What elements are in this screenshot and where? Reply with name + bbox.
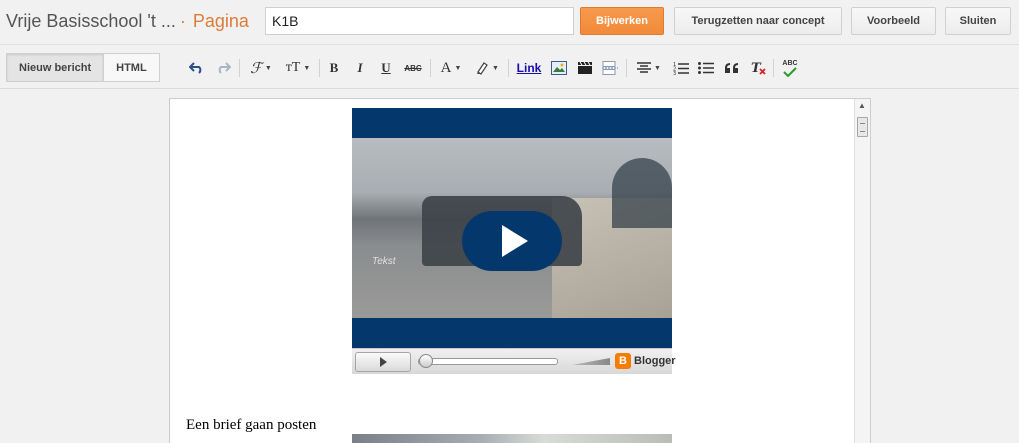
title-separator: · (179, 11, 186, 31)
quote-icon[interactable] (723, 58, 741, 78)
toolbar-divider (319, 59, 320, 77)
align-center-icon (637, 62, 652, 73)
undo-icon[interactable] (188, 58, 206, 78)
volume-icon[interactable] (572, 358, 610, 365)
insert-video-icon[interactable] (576, 58, 594, 78)
font-family-button[interactable]: ℱ ▼ (246, 58, 276, 78)
chevron-down-icon: ▼ (454, 64, 462, 72)
blogger-icon: B (615, 353, 631, 369)
highlighter-icon (477, 62, 488, 75)
seek-handle[interactable] (419, 354, 433, 368)
toolbar-divider (430, 59, 431, 77)
update-button[interactable]: Bijwerken (580, 7, 664, 35)
editor-toolbar: Nieuw bericht HTML ℱ ▼ тT ▼ B I U ABC A ▼ ▼… (0, 46, 1019, 89)
chevron-down-icon: ▼ (303, 64, 311, 72)
numbered-list-icon[interactable]: 123 (672, 58, 690, 78)
play-icon[interactable] (355, 352, 411, 372)
video-controls: B Blogger (352, 348, 676, 374)
spellcheck-button[interactable]: ABC (780, 58, 800, 78)
redo-icon[interactable] (214, 58, 232, 78)
bold-button[interactable]: B (326, 58, 342, 78)
insert-jump-break-icon[interactable] (601, 58, 619, 78)
chevron-down-icon: ▼ (492, 64, 499, 72)
post-paragraph[interactable]: Een brief gaan posten (186, 417, 316, 434)
toolbar-divider (239, 59, 240, 77)
tab-html[interactable]: HTML (104, 53, 160, 82)
blogger-logo: B Blogger (615, 353, 676, 369)
spellcheck-label: ABC (782, 59, 798, 67)
video-caption: Tekst (372, 256, 396, 267)
text-color-button[interactable]: A ▼ (437, 58, 465, 78)
underline-button[interactable]: U (378, 58, 394, 78)
bulleted-list-icon[interactable] (697, 58, 715, 78)
post-title-input[interactable] (265, 7, 574, 35)
font-size-glyph: тT (285, 60, 301, 75)
blog-title[interactable]: Vrije Basisschool 't ... · Pagina (6, 11, 249, 32)
toolbar-divider (508, 59, 509, 77)
text-color-glyph: A (440, 59, 452, 76)
tab-compose[interactable]: Nieuw bericht (6, 53, 105, 82)
font-family-glyph: ℱ (250, 60, 262, 77)
thumbnail-trees (612, 158, 672, 228)
strikethrough-button[interactable]: ABC (402, 58, 424, 78)
chevron-down-icon: ▼ (654, 64, 661, 72)
editor-area[interactable]: Tekst B Blogger Een brief gaan posten ▲ (169, 98, 871, 443)
editor-scrollbar[interactable]: ▲ (854, 99, 870, 443)
align-button[interactable]: ▼ (634, 58, 664, 78)
toolbar-divider (626, 59, 627, 77)
embedded-video[interactable]: Tekst B Blogger (352, 108, 676, 374)
embedded-photo[interactable] (352, 434, 672, 443)
highlight-color-button[interactable]: ▼ (472, 58, 502, 78)
scroll-thumb[interactable] (857, 117, 868, 137)
chevron-down-icon: ▼ (264, 64, 272, 72)
preview-button[interactable]: Voorbeeld (851, 7, 936, 35)
video-thumbnail: Tekst (352, 138, 672, 318)
insert-link-button[interactable]: Link (516, 58, 542, 78)
font-size-button[interactable]: тT ▼ (282, 58, 314, 78)
italic-button[interactable]: I (352, 58, 368, 78)
revert-to-draft-button[interactable]: Terugzetten naar concept (674, 7, 842, 35)
remove-formatting-icon[interactable]: T (750, 58, 768, 78)
seek-bar[interactable] (418, 358, 558, 365)
svg-text:3: 3 (673, 71, 676, 75)
insert-image-icon[interactable] (550, 58, 568, 78)
toolbar-divider (773, 59, 774, 77)
page-type-label: Pagina (192, 11, 249, 31)
scroll-up-icon[interactable]: ▲ (858, 101, 866, 110)
close-button[interactable]: Sluiten (945, 7, 1011, 35)
mode-tabs: Nieuw bericht HTML (6, 53, 160, 82)
blogger-logo-text: Blogger (634, 355, 676, 367)
blog-name[interactable]: Vrije Basisschool 't ... (6, 11, 176, 31)
check-icon (783, 66, 797, 77)
top-bar: Vrije Basisschool 't ...· Pagina Bijwerk… (0, 0, 1019, 45)
play-button-overlay[interactable] (462, 211, 562, 271)
